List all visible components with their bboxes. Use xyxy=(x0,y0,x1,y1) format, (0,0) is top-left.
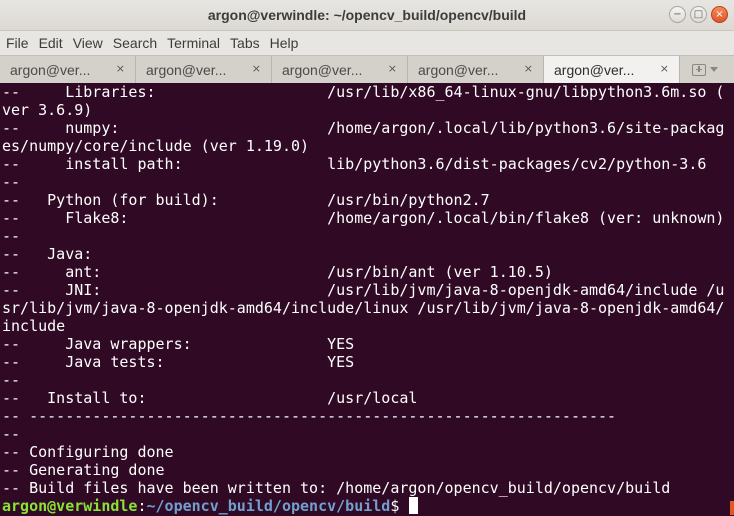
tab-4[interactable]: argon@ver... × xyxy=(408,56,544,83)
terminal-line: -- Build files have been written to: /ho… xyxy=(2,479,671,497)
terminal-line: -- Configuring done xyxy=(2,443,174,461)
terminal-lines: -- Libraries: /usr/lib/x86_64-linux-gnu/… xyxy=(2,83,724,497)
terminal-output[interactable]: -- Libraries: /usr/lib/x86_64-linux-gnu/… xyxy=(0,83,734,516)
tab-label: argon@ver... xyxy=(10,61,91,78)
prompt-separator: : xyxy=(137,497,147,515)
window-controls: − □ × xyxy=(669,6,728,23)
terminal-line: sr/lib/jvm/java-8-openjdk-amd64/include/… xyxy=(2,299,725,317)
scrollbar-indicator[interactable] xyxy=(730,501,734,515)
tab-bar: argon@ver... × argon@ver... × argon@ver.… xyxy=(0,55,734,83)
tab-1[interactable]: argon@ver... × xyxy=(0,56,136,83)
terminal-line: -- ant: /usr/bin/ant (ver 1.10.5) xyxy=(2,263,553,281)
terminal-line: -- Python (for build): /usr/bin/python2.… xyxy=(2,191,490,209)
terminal-line: -- Java: xyxy=(2,245,93,263)
tab-label: argon@ver... xyxy=(418,61,499,78)
menu-view[interactable]: View xyxy=(69,35,107,51)
terminal-line: -- install path: lib/python3.6/dist-pack… xyxy=(2,155,707,173)
terminal-line: -- Java tests: YES xyxy=(2,353,355,371)
terminal-window: argon@verwindle: ~/opencv_build/opencv/b… xyxy=(0,0,734,516)
menu-edit[interactable]: Edit xyxy=(35,35,67,51)
tab-2[interactable]: argon@ver... × xyxy=(136,56,272,83)
window-title: argon@verwindle: ~/opencv_build/opencv/b… xyxy=(207,7,527,23)
terminal-line: include xyxy=(2,317,66,335)
terminal-line: es/numpy/core/include (ver 1.19.0) xyxy=(2,137,310,155)
close-button[interactable]: × xyxy=(711,6,728,23)
terminal-line: ver 3.6.9) xyxy=(2,101,93,119)
terminal-line: -- Java wrappers: YES xyxy=(2,335,355,353)
menu-file[interactable]: File xyxy=(2,35,33,51)
tab-close-icon[interactable]: × xyxy=(252,62,261,75)
menu-terminal[interactable]: Terminal xyxy=(163,35,224,51)
text-cursor xyxy=(409,497,419,514)
shell-prompt[interactable]: argon@verwindle: ~/opencv_build/opencv/bu… xyxy=(2,497,419,515)
new-tab-icon xyxy=(692,63,706,76)
menu-tabs[interactable]: Tabs xyxy=(226,35,264,51)
tab-label: argon@ver... xyxy=(146,61,227,78)
prompt-symbol: $ xyxy=(390,497,409,515)
chevron-down-icon[interactable] xyxy=(710,67,718,72)
tab-label: argon@ver... xyxy=(554,61,635,78)
terminal-line: -- Install to: /usr/local xyxy=(2,389,418,407)
terminal-line: -- Flake8: /home/argon/.local/bin/flake8… xyxy=(2,209,725,227)
prompt-path: ~/opencv_build/opencv/build xyxy=(146,497,391,515)
terminal-line: -- Libraries: /usr/lib/x86_64-linux-gnu/… xyxy=(2,83,725,101)
new-tab-button[interactable] xyxy=(680,56,730,83)
terminal-line: -- xyxy=(2,173,21,191)
menu-search[interactable]: Search xyxy=(109,35,161,51)
tab-close-icon[interactable]: × xyxy=(116,62,125,75)
prompt-user-host: argon@verwindle xyxy=(2,497,138,515)
terminal-line: -- numpy: /home/argon/.local/lib/python3… xyxy=(2,119,725,137)
menu-bar: File Edit View Search Terminal Tabs Help xyxy=(0,31,734,55)
tab-3[interactable]: argon@ver... × xyxy=(272,56,408,83)
tab-close-icon[interactable]: × xyxy=(524,62,533,75)
terminal-line: -- JNI: /usr/lib/jvm/java-8-openjdk-amd6… xyxy=(2,281,725,299)
maximize-button[interactable]: □ xyxy=(690,6,707,23)
terminal-line: -- Generating done xyxy=(2,461,165,479)
tab-close-icon[interactable]: × xyxy=(388,62,397,75)
tab-close-icon[interactable]: × xyxy=(660,62,669,75)
minimize-button[interactable]: − xyxy=(669,6,686,23)
terminal-line: -- xyxy=(2,425,21,443)
terminal-line: -- xyxy=(2,227,21,245)
menu-help[interactable]: Help xyxy=(266,35,303,51)
terminal-line: -- xyxy=(2,371,21,389)
terminal-line: -- -------------------------------------… xyxy=(2,407,617,425)
title-bar[interactable]: argon@verwindle: ~/opencv_build/opencv/b… xyxy=(0,0,734,31)
tab-5-active[interactable]: argon@ver... × xyxy=(544,56,680,83)
tab-label: argon@ver... xyxy=(282,61,363,78)
